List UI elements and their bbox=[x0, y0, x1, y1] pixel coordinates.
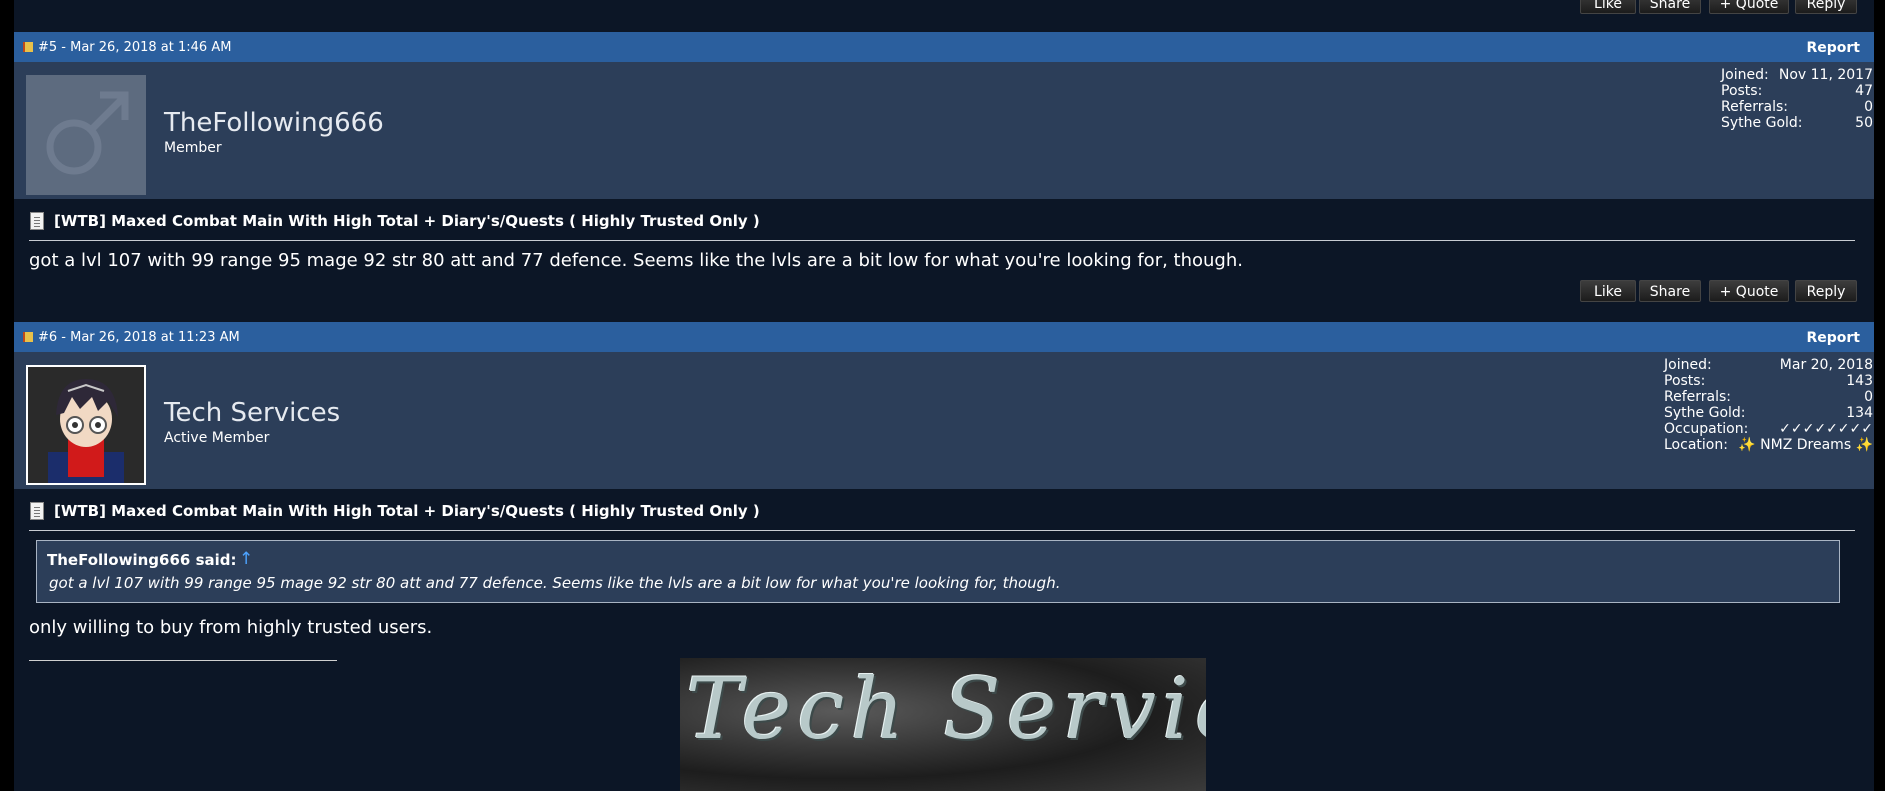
quote-box: TheFollowing666 said: ↑ got a lvl 107 wi… bbox=[36, 540, 1840, 603]
post-header: #6 - Mar 26, 2018 at 11:23 AM Report bbox=[14, 322, 1874, 352]
signature-divider bbox=[29, 660, 337, 661]
username[interactable]: TheFollowing666 bbox=[164, 108, 384, 138]
username[interactable]: Tech Services bbox=[164, 398, 340, 428]
avatar[interactable] bbox=[26, 75, 146, 195]
signature-banner: Tech Services bbox=[680, 658, 1206, 791]
quote-button[interactable]: + Quote bbox=[1709, 280, 1789, 302]
user-rank: Active Member bbox=[164, 430, 270, 446]
post-message: got a lvl 107 with 99 range 95 mage 92 s… bbox=[29, 250, 1243, 271]
post-icon bbox=[23, 332, 33, 342]
like-button[interactable]: Like bbox=[1580, 280, 1636, 302]
stat-referrals: Referrals: 0 bbox=[1721, 99, 1873, 115]
stat-location: Location: ✨ NMZ Dreams ✨ bbox=[1664, 437, 1873, 453]
post-number-date[interactable]: #6 - Mar 26, 2018 at 11:23 AM bbox=[38, 330, 240, 345]
stat-occupation: Occupation: ✓✓✓✓✓✓✓✓ bbox=[1664, 421, 1873, 437]
post-number-date[interactable]: #5 - Mar 26, 2018 at 1:46 AM bbox=[38, 40, 231, 55]
stat-referrals: Referrals: 0 bbox=[1664, 389, 1873, 405]
anime-character-avatar-icon bbox=[28, 367, 144, 483]
signature-banner-text: Tech Services bbox=[686, 660, 1206, 758]
avatar[interactable] bbox=[26, 365, 146, 485]
document-icon bbox=[30, 212, 44, 230]
reply-button[interactable]: Reply bbox=[1795, 0, 1857, 14]
post-icon bbox=[23, 42, 33, 52]
share-button[interactable]: Share bbox=[1639, 280, 1701, 302]
divider bbox=[29, 240, 1855, 241]
quote-button[interactable]: + Quote bbox=[1709, 0, 1789, 14]
stat-sythe-gold: Sythe Gold: 50 bbox=[1721, 115, 1873, 131]
thread-title[interactable]: [WTB] Maxed Combat Main With High Total … bbox=[54, 502, 760, 520]
user-rank: Member bbox=[164, 140, 222, 156]
quote-text: got a lvl 107 with 99 range 95 mage 92 s… bbox=[49, 574, 1061, 592]
share-button[interactable]: Share bbox=[1639, 0, 1701, 14]
stat-joined: Joined: Mar 20, 2018 bbox=[1664, 357, 1873, 373]
stat-sythe-gold: Sythe Gold: 134 bbox=[1664, 405, 1873, 421]
stat-posts: Posts: 47 bbox=[1721, 83, 1873, 99]
divider bbox=[29, 530, 1855, 531]
thread-title[interactable]: [WTB] Maxed Combat Main With High Total … bbox=[54, 212, 760, 230]
quote-author[interactable]: TheFollowing666 said: bbox=[47, 551, 237, 569]
report-link[interactable]: Report bbox=[1806, 40, 1860, 56]
reply-button[interactable]: Reply bbox=[1795, 280, 1857, 302]
document-icon bbox=[30, 502, 44, 520]
stat-posts: Posts: 143 bbox=[1664, 373, 1873, 389]
male-symbol-icon bbox=[46, 91, 129, 175]
stat-joined: Joined: Nov 11, 2017 bbox=[1721, 67, 1873, 83]
report-link[interactable]: Report bbox=[1806, 330, 1860, 346]
user-stats: Joined: Mar 20, 2018 Posts: 143 Referrals:… bbox=[1664, 357, 1873, 453]
user-info-bar: TheFollowing666 Member Joined: Nov 11, 20… bbox=[14, 62, 1874, 199]
like-button[interactable]: Like bbox=[1580, 0, 1636, 14]
arrow-up-icon[interactable]: ↑ bbox=[239, 549, 253, 569]
user-info-bar: Tech Services Active Member Joined: Mar 2… bbox=[14, 352, 1874, 489]
user-stats: Joined: Nov 11, 2017 Posts: 47 Referrals: 0… bbox=[1721, 67, 1873, 131]
post-header: #5 - Mar 26, 2018 at 1:46 AM Report bbox=[14, 32, 1874, 62]
post-message: only willing to buy from highly trusted … bbox=[29, 617, 433, 638]
